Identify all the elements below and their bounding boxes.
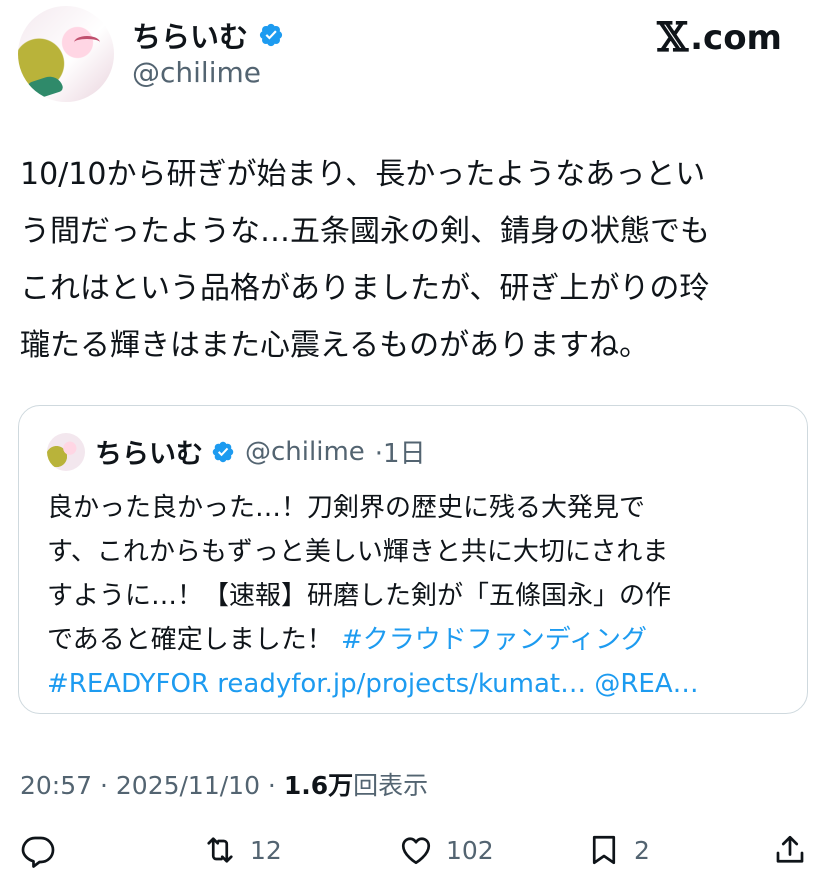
quoted-text-line: す、これからもずっと美しい輝きと共に大切にされま	[47, 537, 669, 567]
quoted-tweet-header: ちらいむ @chilime ·1日	[47, 432, 426, 471]
quoted-text-segment: であると確定しました！	[47, 625, 342, 655]
hashtag-link[interactable]: #READYFOR	[47, 669, 209, 699]
user-handle[interactable]: @chilime	[132, 56, 261, 89]
site-name: com	[703, 17, 782, 58]
avatar-leaf-decoration	[26, 73, 64, 101]
quoted-display-name: ちらいむ	[95, 439, 203, 470]
x-com-logo: 𝕏. com	[657, 14, 782, 61]
x-logo-icon: 𝕏	[657, 14, 689, 61]
quoted-text-line: 良かった良かった…！刀剣界の歴史に残る大発見で	[47, 493, 646, 523]
retweet-count: 12	[250, 835, 282, 865]
display-name[interactable]: ちらいむ	[132, 14, 248, 56]
quoted-text-line: すように…！【速報】研磨した剣が「五條国永」の作	[47, 581, 672, 611]
verified-badge-icon	[212, 441, 234, 462]
avatar[interactable]	[18, 6, 114, 102]
heart-icon	[401, 837, 431, 865]
retweet-icon	[207, 837, 233, 863]
views-label: 回表示	[353, 771, 429, 800]
x-logo-suffix: .	[690, 17, 704, 58]
verified-badge-icon	[259, 23, 283, 47]
quoted-text-line-4: であると確定しました！ #クラウドファンディング	[47, 618, 787, 662]
tweet-timestamp[interactable]: 20:57 · 2025/11/10 ·	[20, 771, 284, 800]
share-button[interactable]	[772, 832, 808, 868]
reply-icon	[21, 836, 55, 868]
bookmark-button[interactable]: 2	[586, 832, 650, 868]
like-count: 102	[446, 835, 494, 865]
share-icon	[776, 835, 804, 863]
like-button[interactable]: 102	[398, 832, 494, 868]
mention-link[interactable]: @REA…	[594, 669, 698, 699]
quoted-text-line-5: #READYFOR readyfor.jp/projects/kumat… @R…	[47, 662, 787, 706]
bookmark-count: 2	[634, 835, 650, 865]
tweet-meta: 20:57 · 2025/11/10 · 1.6万回表示	[20, 766, 428, 802]
url-link[interactable]: readyfor.jp/projects/kumat…	[217, 669, 586, 699]
quoted-avatar	[47, 432, 85, 471]
tweet-text: 10/10から研ぎが始まり、長かったようなあっとい う間だったような…五条國永の…	[20, 157, 710, 363]
display-name-row[interactable]: ちらいむ	[132, 14, 284, 56]
quoted-handle: @chilime	[245, 436, 365, 467]
reply-button[interactable]	[20, 832, 56, 868]
hashtag-link[interactable]: #クラウドファンディング	[341, 625, 647, 655]
bookmark-icon	[592, 835, 616, 865]
quoted-tweet-text: 良かった良かった…！刀剣界の歴史に残る大発見で す、これからもずっと美しい輝きと…	[47, 486, 787, 706]
action-bar: 12 102 2	[20, 832, 810, 878]
quoted-time: ·1日	[374, 439, 426, 469]
retweet-button[interactable]: 12	[202, 832, 282, 868]
avatar-eye-decoration	[74, 36, 100, 49]
views-count: 1.6万	[283, 771, 354, 800]
quoted-display-name-row: ちらいむ	[95, 432, 235, 471]
quoted-tweet[interactable]: ちらいむ @chilime ·1日 良かった良かった…！刀剣界の歴史に残る大発見で…	[18, 405, 808, 714]
